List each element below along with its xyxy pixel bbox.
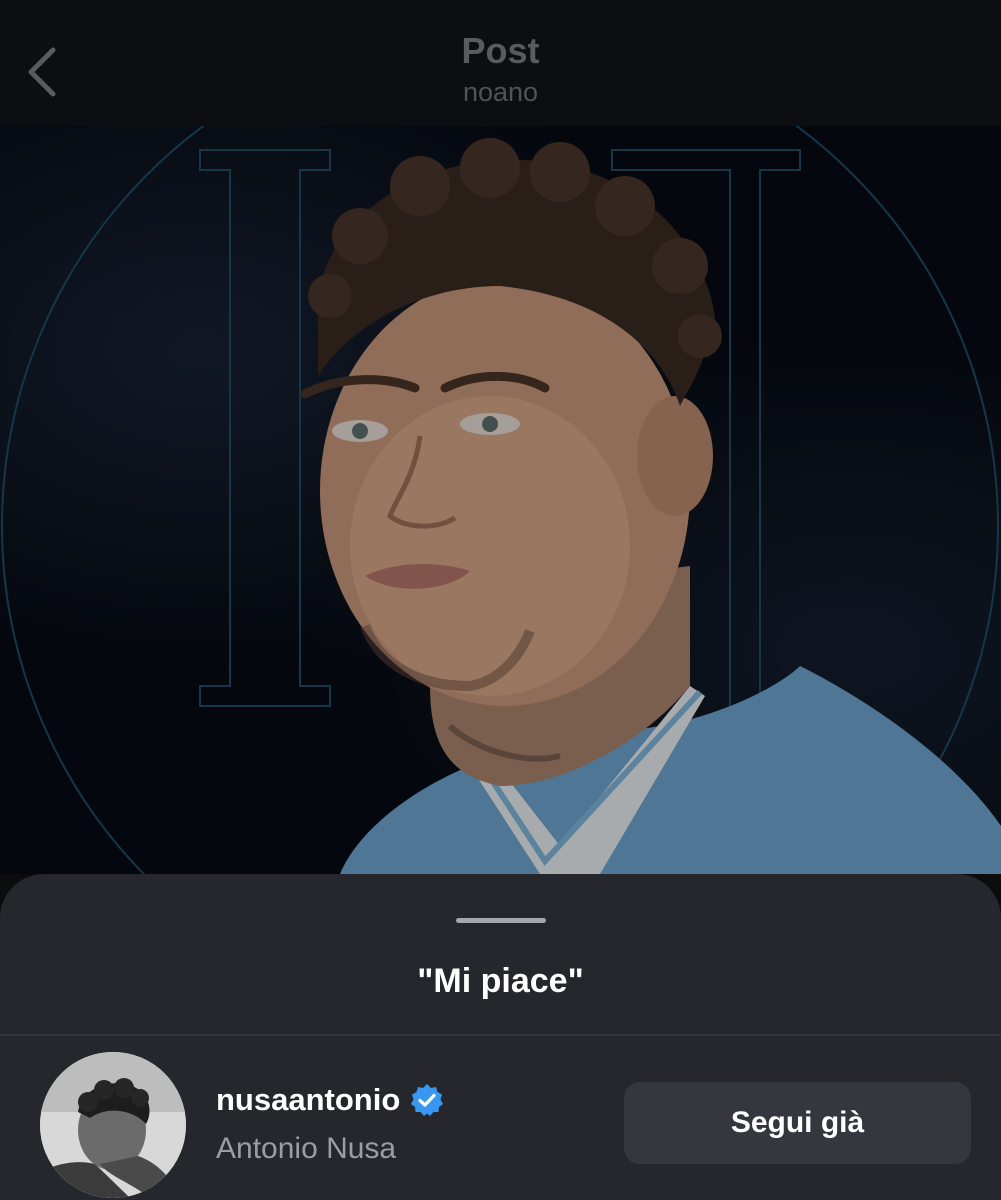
post-photo-illustration — [1, 126, 1001, 874]
following-button[interactable]: Segui già — [624, 1082, 971, 1164]
sheet-grabber[interactable] — [456, 918, 546, 923]
full-name: Antonio Nusa — [216, 1132, 397, 1165]
username[interactable]: nusaantonio — [216, 1082, 444, 1118]
page-subtitle: noano — [462, 77, 539, 107]
verified-badge-icon — [410, 1083, 444, 1117]
likes-sheet: "Mi piace" nusaantonio Antonio Nusa Segu… — [0, 874, 1001, 1200]
top-bar: Post noano — [0, 0, 1001, 126]
post-image[interactable] — [0, 126, 1001, 874]
username-text[interactable]: nusaantonio — [216, 1082, 400, 1118]
page-title: Post — [461, 30, 540, 71]
avatar-photo — [40, 1052, 186, 1198]
sheet-title: "Mi piace" — [417, 962, 584, 1000]
list-item[interactable]: nusaantonio Antonio Nusa Segui già — [0, 1036, 1001, 1200]
avatar[interactable] — [40, 1052, 186, 1198]
